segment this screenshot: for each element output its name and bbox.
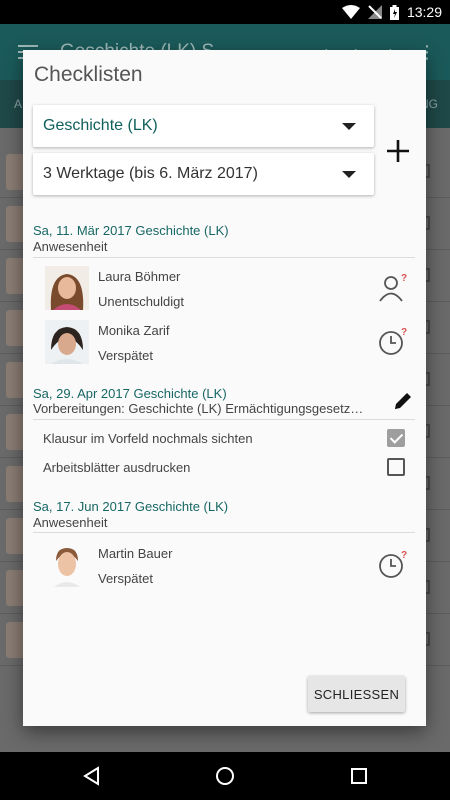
home-circle-icon[interactable] [215, 766, 235, 786]
section-type-label: Anwesenheit [33, 239, 108, 254]
svg-text:?: ? [401, 550, 407, 561]
checklist-item-label: Arbeitsblätter ausdrucken [43, 460, 191, 475]
section-date-heading: Sa, 29. Apr 2017 Geschichte (LK) [33, 386, 227, 401]
close-button[interactable]: SCHLIESSEN [308, 676, 405, 712]
avatar [45, 320, 89, 364]
student-name: Laura Böhmer [98, 269, 181, 284]
attendance-status: Verspätet [98, 571, 153, 586]
student-name: Monika Zarif [98, 323, 170, 338]
attendance-status: Verspätet [98, 348, 153, 363]
avatar [45, 543, 89, 587]
svg-text:?: ? [401, 327, 407, 338]
status-bar: 13:29 [0, 0, 450, 24]
checklist-dialog: Checklisten Geschichte (LK) 3 Werktage (… [23, 50, 426, 726]
student-name: Martin Bauer [98, 546, 173, 561]
checklist-item[interactable]: Arbeitsblätter ausdrucken [43, 457, 415, 479]
back-triangle-icon[interactable] [82, 766, 102, 786]
clock-text: 13:29 [406, 4, 442, 20]
section-date-heading: Sa, 11. Mär 2017 Geschichte (LK) [33, 223, 229, 238]
checkbox-unchecked[interactable] [387, 458, 405, 476]
section-divider [33, 257, 415, 258]
recents-square-icon[interactable] [349, 766, 369, 786]
no-signal-icon [367, 5, 382, 19]
section-type-label: Anwesenheit [33, 515, 108, 530]
add-icon[interactable] [383, 136, 413, 166]
section-divider [33, 419, 415, 420]
section-type-label: Vorbereitungen: Geschichte (LK) Ermächti… [33, 401, 364, 416]
checklist-item[interactable]: Klausur im Vorfeld nochmals sichten [43, 428, 415, 450]
navigation-bar [0, 752, 450, 800]
section-divider [33, 532, 415, 533]
subject-dropdown[interactable]: Geschichte (LK) [33, 105, 374, 147]
subject-dropdown-value: Geschichte (LK) [43, 117, 158, 134]
student-row[interactable]: Martin Bauer Verspätet ? [45, 543, 415, 591]
edit-pencil-icon[interactable] [392, 390, 414, 412]
svg-text:?: ? [401, 273, 407, 284]
checkbox-checked[interactable] [387, 429, 405, 447]
dropdown-arrow-icon [342, 123, 356, 130]
battery-icon [389, 4, 399, 20]
clock-question-icon[interactable]: ? [377, 326, 409, 358]
avatar [45, 266, 89, 310]
person-question-icon[interactable]: ? [377, 272, 409, 304]
background-tab-left: A [14, 97, 23, 111]
dropdown-arrow-icon [342, 171, 356, 178]
section-date-heading: Sa, 17. Jun 2017 Geschichte (LK) [33, 499, 229, 514]
dialog-title: Checklisten [34, 63, 143, 86]
range-dropdown[interactable]: 3 Werktage (bis 6. März 2017) [33, 153, 374, 195]
attendance-status: Unentschuldigt [98, 294, 184, 309]
clock-question-icon[interactable]: ? [377, 549, 409, 581]
student-row[interactable]: Monika Zarif Verspätet ? [45, 320, 415, 368]
wifi-icon [341, 5, 360, 19]
student-row[interactable]: Laura Böhmer Unentschuldigt ? [45, 266, 415, 314]
checklist-item-label: Klausur im Vorfeld nochmals sichten [43, 431, 253, 446]
range-dropdown-value: 3 Werktage (bis 6. März 2017) [43, 165, 258, 182]
